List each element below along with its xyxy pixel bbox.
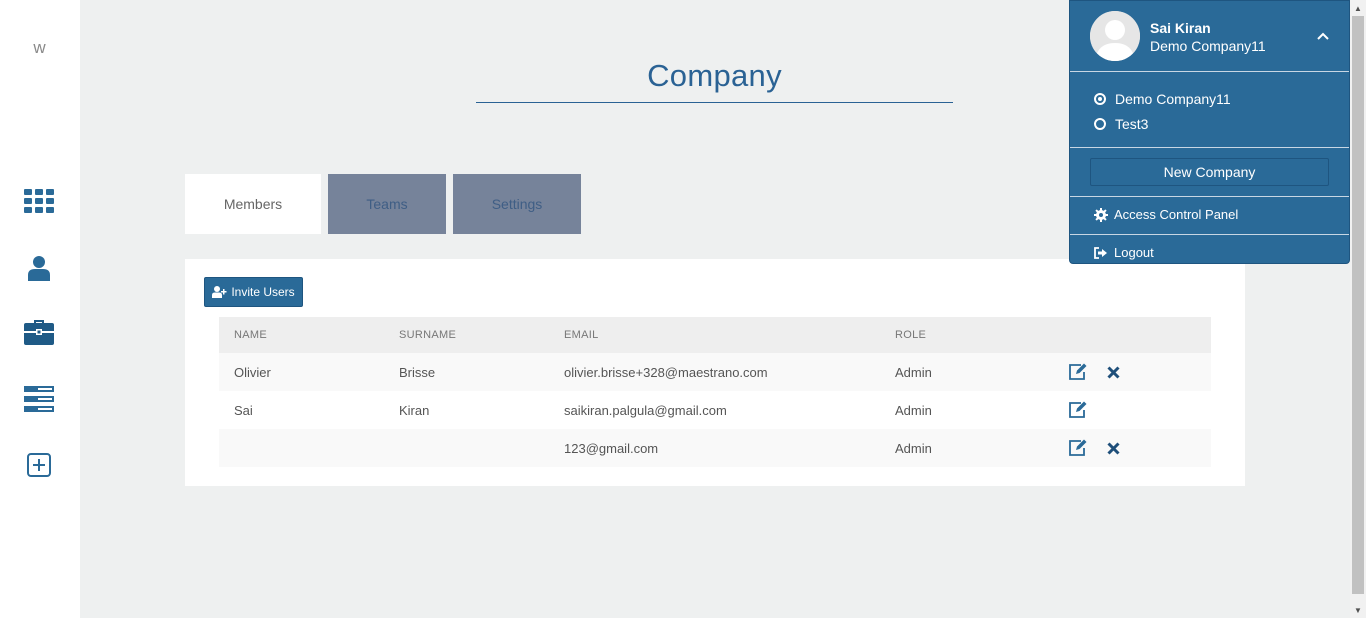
current-company: Demo Company11 [1150,38,1266,54]
delete-member-button[interactable] [1103,429,1123,467]
company-option-demo-company11[interactable]: Demo Company11 [1094,91,1231,107]
company-option-test3[interactable]: Test3 [1094,116,1148,132]
radio-selected-icon [1094,93,1106,105]
sidebar-item-add[interactable] [24,450,54,480]
member-email: 123@gmail.com [564,440,659,456]
menu-divider [1070,234,1349,235]
collapse-menu-button[interactable] [1314,27,1332,45]
edit-member-button[interactable] [1067,353,1089,391]
member-name: Olivier [234,364,271,380]
app-logo[interactable]: w [28,38,50,58]
access-control-panel-link[interactable]: Access Control Panel [1094,207,1238,222]
invite-users-button[interactable]: Invite Users [204,277,303,307]
sidebar-item-company[interactable] [24,317,54,347]
scroll-up-arrow-icon[interactable]: ▲ [1350,0,1366,16]
sidebar-item-users[interactable] [24,253,54,283]
member-role: Admin [895,364,932,380]
member-email: saikiran.palgula@gmail.com [564,402,727,418]
invite-users-label: Invite Users [231,285,295,299]
sidebar: w [0,0,80,618]
new-company-button[interactable]: New Company [1090,158,1329,186]
table-header: NAME SURNAME EMAIL ROLE [219,317,1211,353]
member-surname: Brisse [399,364,436,380]
tab-settings[interactable]: Settings [453,174,581,234]
user-name: Sai Kiran [1150,20,1211,36]
sign-out-icon [1094,246,1107,259]
logout-link[interactable]: Logout [1094,245,1154,260]
edit-icon [1069,439,1087,456]
logout-label: Logout [1114,245,1154,260]
member-role: Admin [895,402,932,418]
chevron-up-icon [1317,32,1329,40]
edit-member-button[interactable] [1067,429,1089,467]
table-row: Sai Kiran saikiran.palgula@gmail.com Adm… [219,391,1211,429]
plus-square-icon [27,453,51,477]
tab-teams[interactable]: Teams [328,174,446,234]
member-role: Admin [895,440,932,456]
menu-divider [1070,147,1349,148]
edit-icon [1069,401,1087,418]
sidebar-item-apps[interactable] [24,384,54,414]
close-icon [1106,441,1120,455]
members-panel: Invite Users NAME SURNAME EMAIL ROLE Oli… [185,259,1245,486]
table-row: Olivier Brisse olivier.brisse+328@maestr… [219,353,1211,391]
member-email: olivier.brisse+328@maestrano.com [564,364,768,380]
user-menu-dropdown: Sai Kiran Demo Company11 Demo Company11 … [1069,0,1350,264]
column-header-name[interactable]: NAME [234,317,267,353]
menu-divider [1070,196,1349,197]
radio-unselected-icon [1094,118,1106,130]
scrollbar-thumb[interactable] [1352,16,1364,594]
sidebar-item-dashboard[interactable] [24,186,54,216]
user-icon [28,256,50,281]
company-option-label: Demo Company11 [1115,91,1231,107]
briefcase-icon [24,320,54,345]
company-option-label: Test3 [1115,116,1149,132]
grid-icon [24,189,54,213]
page-title: Company [647,58,782,93]
close-icon [1106,365,1120,379]
edit-icon [1069,363,1087,380]
gear-icon [1094,207,1108,222]
delete-member-button[interactable] [1103,353,1123,391]
table-row: 123@gmail.com Admin [219,429,1211,467]
menu-divider [1070,71,1349,72]
avatar[interactable] [1090,11,1140,61]
access-control-panel-label: Access Control Panel [1114,207,1239,222]
user-plus-icon [212,286,227,298]
column-header-email[interactable]: EMAIL [564,317,599,353]
title-underline [476,102,953,103]
member-surname: Kiran [399,402,430,418]
column-header-role[interactable]: ROLE [895,317,926,353]
column-header-surname[interactable]: SURNAME [399,317,456,353]
stack-icon [24,386,54,412]
member-name: Sai [234,402,253,418]
scroll-down-arrow-icon[interactable]: ▼ [1350,602,1366,618]
edit-member-button[interactable] [1067,391,1089,429]
tab-members[interactable]: Members [185,174,321,234]
avatar-placeholder-icon [1090,11,1140,61]
members-table: NAME SURNAME EMAIL ROLE Olivier Brisse o… [219,317,1211,467]
